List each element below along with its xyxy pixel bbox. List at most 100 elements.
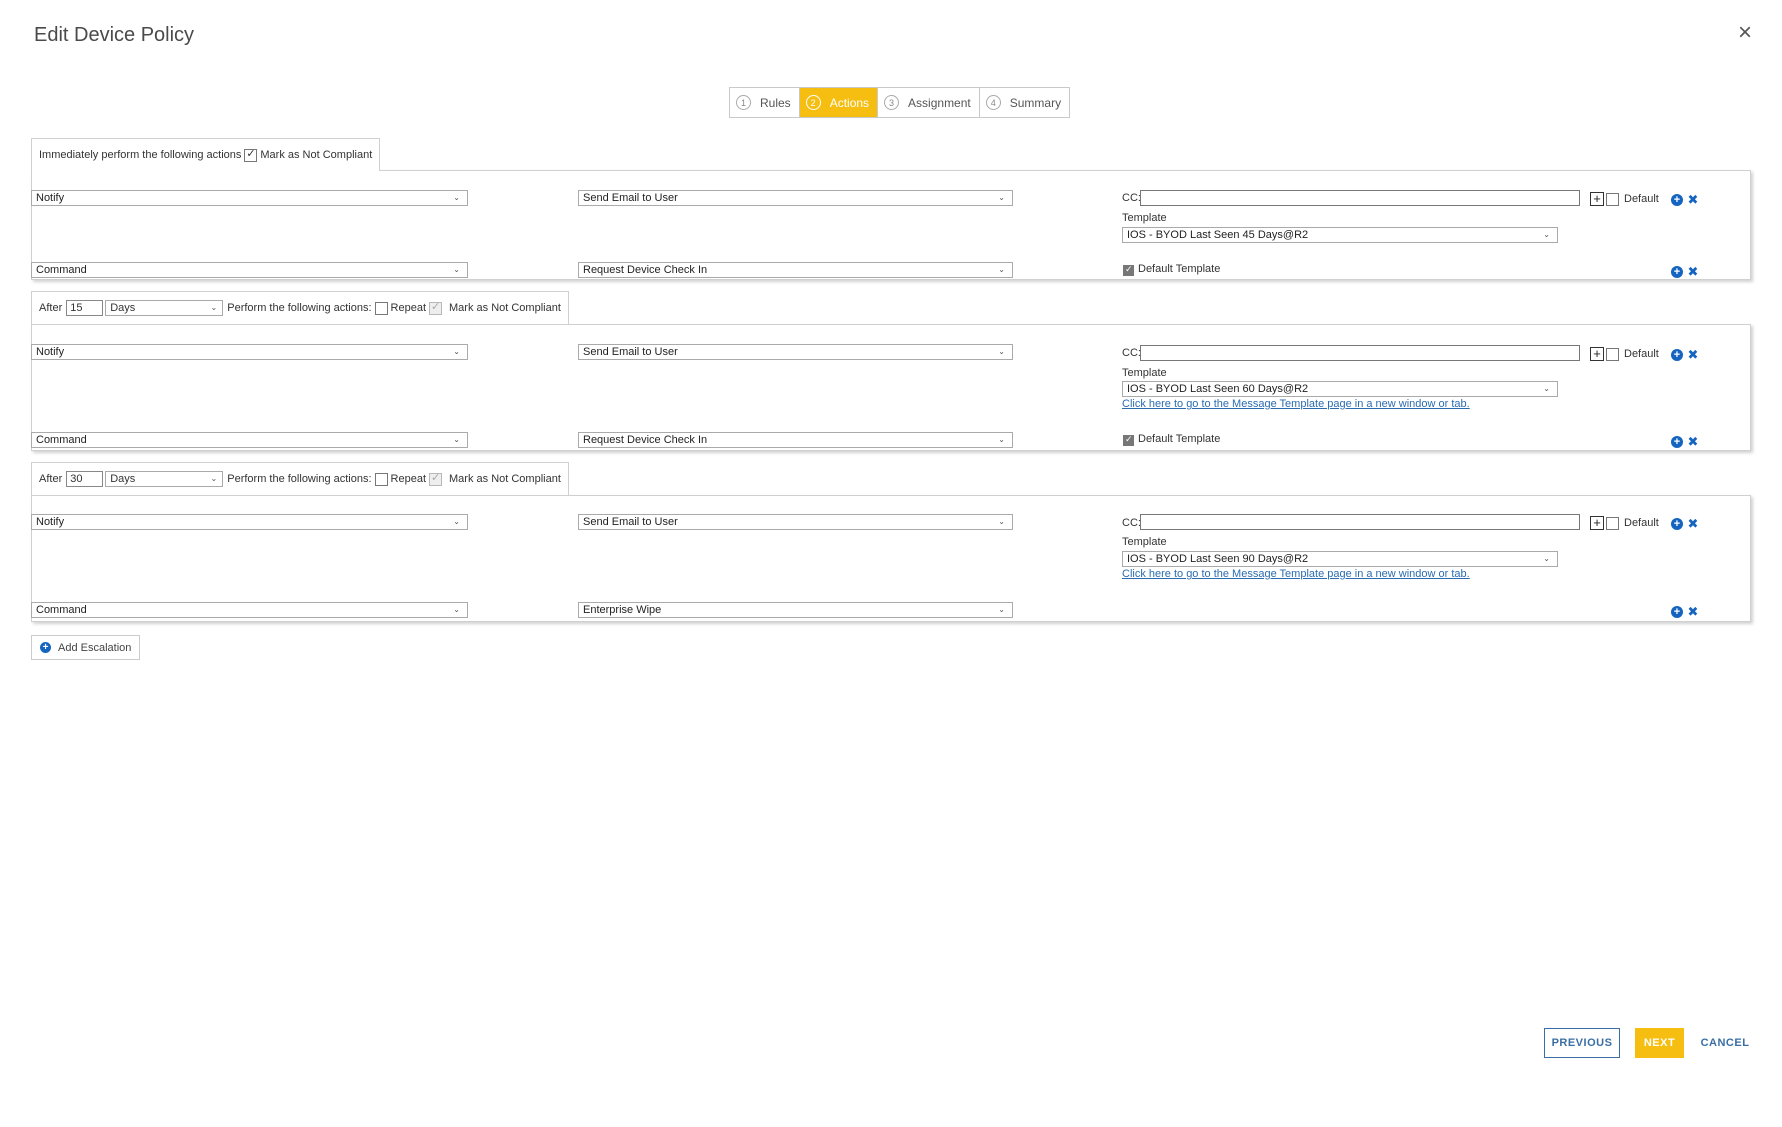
repeat-label: Repeat <box>390 473 427 485</box>
mark-not-compliant-label: Mark as Not Compliant <box>260 149 373 161</box>
select-value: Notify <box>36 192 65 204</box>
mark-not-compliant-checkbox[interactable] <box>429 300 443 315</box>
template-select[interactable]: IOS - BYOD Last Seen 45 Days@R2 ⌄ <box>1122 227 1558 243</box>
add-action-icon[interactable]: + <box>1671 266 1683 278</box>
after-label: After <box>39 302 63 314</box>
add-action-icon[interactable]: + <box>1671 436 1683 448</box>
section-2-header: After 15 Days ⌄ Perform the following act… <box>31 291 569 324</box>
command-type-select[interactable]: Command ⌄ <box>31 262 468 278</box>
step-actions[interactable]: 2 Actions <box>799 88 879 117</box>
next-button[interactable]: NEXT <box>1635 1028 1684 1058</box>
add-recipient-icon[interactable]: + <box>1590 192 1604 206</box>
select-value: IOS - BYOD Last Seen 90 Days@R2 <box>1127 553 1309 565</box>
delete-action-icon[interactable]: ✖ <box>1687 348 1699 361</box>
add-action-icon[interactable]: + <box>1671 194 1683 206</box>
delete-action-icon[interactable]: ✖ <box>1687 605 1699 618</box>
select-value: IOS - BYOD Last Seen 60 Days@R2 <box>1127 383 1309 395</box>
repeat-checkbox[interactable] <box>374 472 388 486</box>
chevron-down-icon: ⌄ <box>453 605 460 614</box>
command-action-select[interactable]: Request Device Check In ⌄ <box>578 432 1013 448</box>
template-select[interactable]: IOS - BYOD Last Seen 60 Days@R2 ⌄ <box>1122 381 1558 397</box>
delete-action-icon[interactable]: ✖ <box>1687 265 1699 278</box>
after-days-input[interactable]: 30 <box>66 471 104 487</box>
close-icon[interactable]: × <box>1734 21 1756 45</box>
select-value: Send Email to User <box>583 192 678 204</box>
after-unit-select[interactable]: Days ⌄ <box>105 300 224 316</box>
add-escalation-label: Add Escalation <box>58 641 132 654</box>
template-label: Template <box>1122 536 1167 548</box>
after-days-input[interactable]: 15 <box>66 300 104 316</box>
delete-action-icon[interactable]: ✖ <box>1687 517 1699 530</box>
message-template-link[interactable]: Click here to go to the Message Template… <box>1122 398 1470 410</box>
cc-label: CC: <box>1122 192 1141 204</box>
cc-input[interactable] <box>1140 514 1580 530</box>
chevron-down-icon: ⌄ <box>453 193 460 202</box>
chevron-down-icon: ⌄ <box>453 435 460 444</box>
cc-default-checkbox[interactable] <box>1606 348 1619 361</box>
chevron-down-icon: ⌄ <box>1543 384 1550 393</box>
select-value: IOS - BYOD Last Seen 45 Days@R2 <box>1127 229 1309 241</box>
step-number: 4 <box>985 95 1001 110</box>
chevron-down-icon: ⌄ <box>453 517 460 526</box>
select-value: Days <box>110 473 136 485</box>
mark-not-compliant-label: Mark as Not Compliant <box>449 473 561 485</box>
select-value: Request Device Check In <box>583 264 708 276</box>
add-action-icon[interactable]: + <box>1671 606 1683 618</box>
add-escalation-button[interactable]: + Add Escalation <box>31 635 141 660</box>
cc-default-label: Default <box>1624 193 1659 205</box>
notify-action-select[interactable]: Send Email to User ⌄ <box>578 344 1013 360</box>
add-recipient-icon[interactable]: + <box>1590 516 1604 530</box>
chevron-down-icon: ⌄ <box>998 435 1005 444</box>
notify-action-select[interactable]: Send Email to User ⌄ <box>578 190 1013 206</box>
cc-default-label: Default <box>1624 517 1659 529</box>
wizard-steps: 1 Rules 2 Actions 3 Assignment 4 Summary <box>729 87 1071 118</box>
notify-type-select[interactable]: Notify ⌄ <box>31 514 468 530</box>
add-action-icon[interactable]: + <box>1671 518 1683 530</box>
add-recipient-icon[interactable]: + <box>1590 347 1604 361</box>
step-assignment[interactable]: 3 Assignment <box>878 88 980 117</box>
mark-not-compliant-checkbox[interactable] <box>244 147 258 162</box>
template-select[interactable]: IOS - BYOD Last Seen 90 Days@R2 ⌄ <box>1122 551 1558 567</box>
step-label: Summary <box>1009 95 1062 110</box>
step-summary[interactable]: 4 Summary <box>980 88 1069 117</box>
chevron-down-icon: ⌄ <box>998 193 1005 202</box>
select-value: Command <box>36 264 87 276</box>
dialog-title: Edit Device Policy <box>34 24 195 46</box>
chevron-down-icon: ⌄ <box>210 303 218 312</box>
chevron-down-icon: ⌄ <box>998 265 1005 274</box>
repeat-checkbox[interactable] <box>374 301 388 315</box>
cc-default-checkbox[interactable] <box>1606 193 1619 206</box>
after-label: After <box>39 473 63 485</box>
add-action-icon[interactable]: + <box>1671 349 1683 361</box>
notify-action-select[interactable]: Send Email to User ⌄ <box>578 514 1013 530</box>
default-template-checkbox[interactable] <box>1123 434 1134 446</box>
select-value: Days <box>110 302 136 314</box>
repeat-label: Repeat <box>390 302 427 314</box>
delete-action-icon[interactable]: ✖ <box>1687 193 1699 206</box>
message-template-link[interactable]: Click here to go to the Message Template… <box>1122 568 1470 580</box>
notify-type-select[interactable]: Notify ⌄ <box>31 190 468 206</box>
mark-not-compliant-checkbox[interactable] <box>429 471 443 486</box>
command-type-select[interactable]: Command ⌄ <box>31 432 468 448</box>
plus-circle-icon: + <box>40 642 51 653</box>
notify-type-select[interactable]: Notify ⌄ <box>31 344 468 360</box>
cc-input[interactable] <box>1140 345 1580 361</box>
cancel-button[interactable]: CANCEL <box>1700 1028 1750 1058</box>
immediate-actions-label: Immediately perform the following action… <box>39 149 242 161</box>
cc-label: CC: <box>1122 347 1141 359</box>
step-rules[interactable]: 1 Rules <box>730 88 800 117</box>
command-type-select[interactable]: Command ⌄ <box>31 602 468 618</box>
chevron-down-icon: ⌄ <box>210 474 218 483</box>
chevron-down-icon: ⌄ <box>1543 554 1550 563</box>
command-action-select[interactable]: Enterprise Wipe ⌄ <box>578 602 1013 618</box>
command-action-select[interactable]: Request Device Check In ⌄ <box>578 262 1013 278</box>
delete-action-icon[interactable]: ✖ <box>1687 435 1699 448</box>
cc-input[interactable] <box>1140 190 1580 206</box>
previous-button[interactable]: PREVIOUS <box>1544 1028 1620 1058</box>
default-template-checkbox[interactable] <box>1123 264 1134 276</box>
default-template-label: Default Template <box>1138 433 1221 445</box>
chevron-down-icon: ⌄ <box>453 265 460 274</box>
after-unit-select[interactable]: Days ⌄ <box>105 471 224 487</box>
chevron-down-icon: ⌄ <box>453 347 460 356</box>
cc-default-checkbox[interactable] <box>1606 517 1619 530</box>
